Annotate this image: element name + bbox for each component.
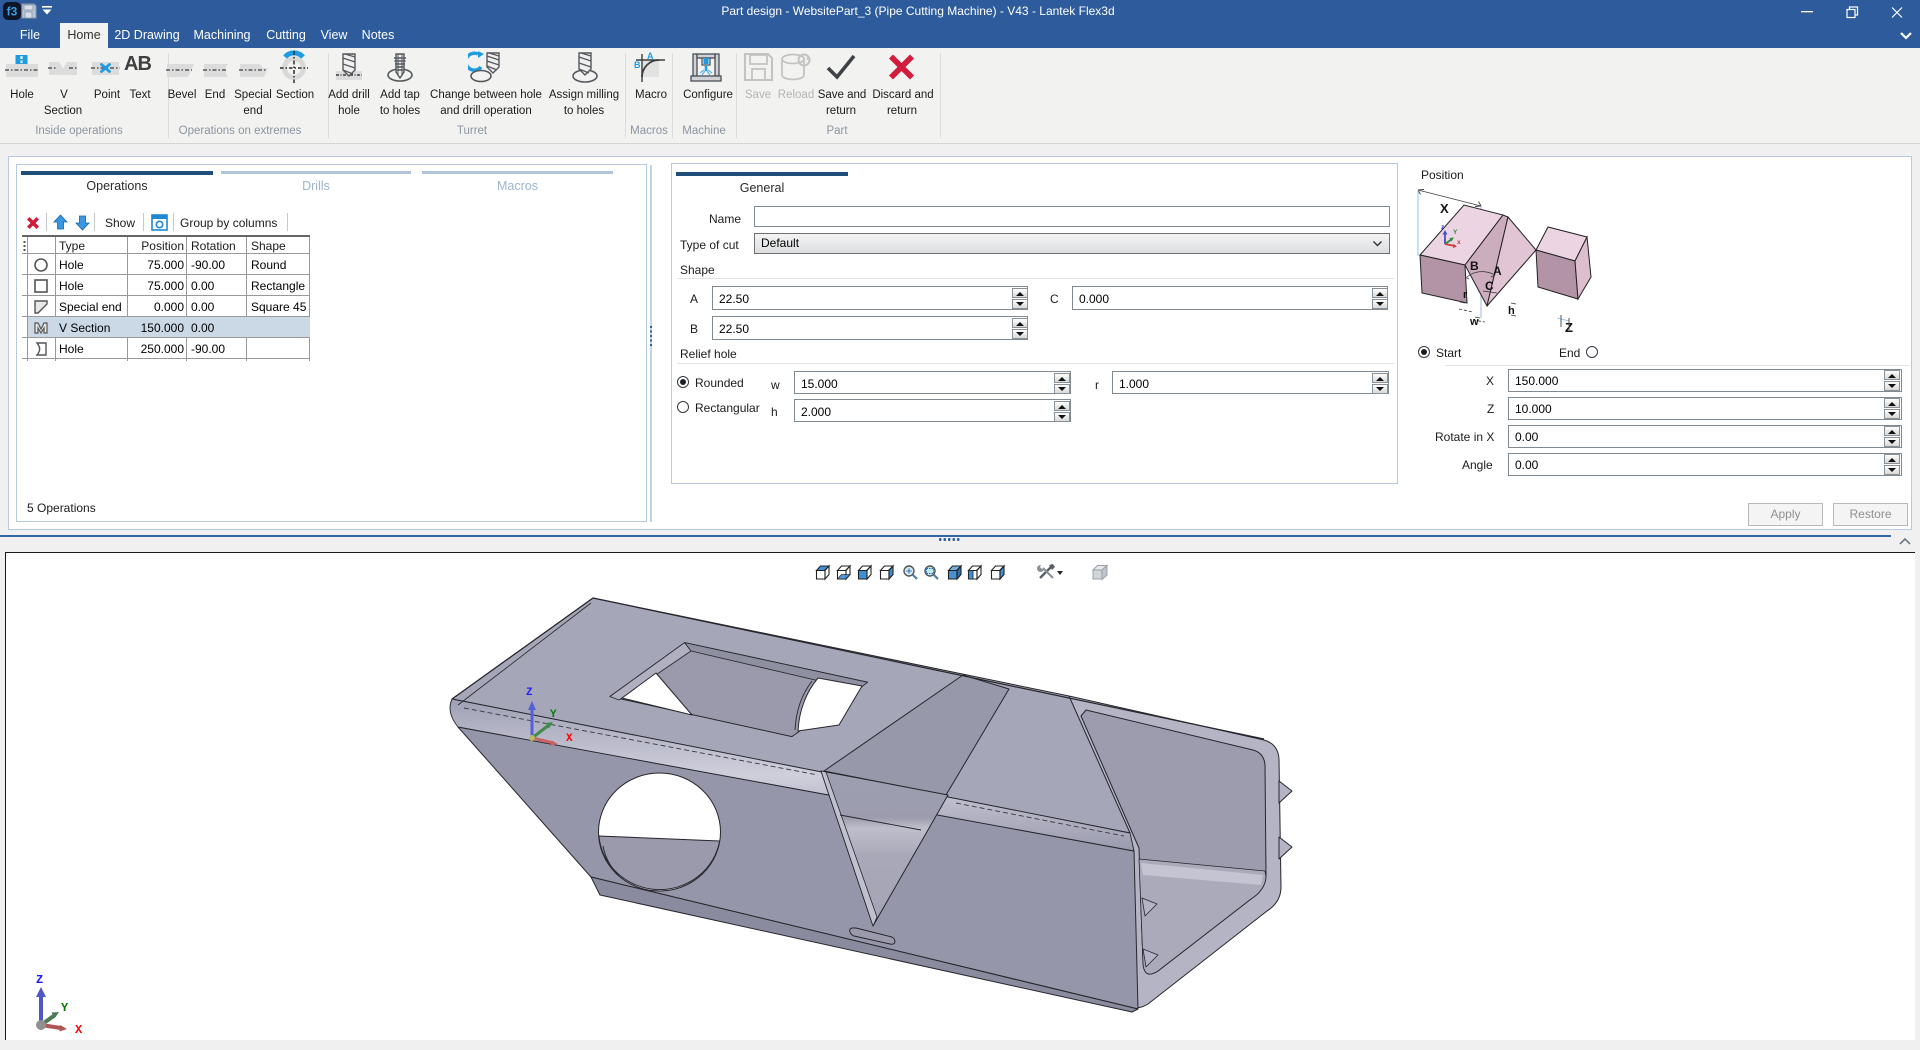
svg-text:Y: Y xyxy=(61,1001,69,1015)
svg-text:Z: Z xyxy=(526,687,533,699)
svg-text:r: r xyxy=(1463,289,1468,301)
svg-text:B: B xyxy=(634,60,641,70)
svg-text:A: A xyxy=(647,52,654,61)
svg-text:B: B xyxy=(1470,259,1479,273)
svg-text:A: A xyxy=(1493,264,1502,278)
svg-text:Z: Z xyxy=(36,973,43,987)
svg-text:x: x xyxy=(1457,239,1461,246)
svg-text:X: X xyxy=(1440,201,1449,216)
svg-text:Y: Y xyxy=(550,709,557,721)
svg-text:C: C xyxy=(1485,279,1494,293)
svg-text:X: X xyxy=(75,1023,83,1035)
svg-text:Y: Y xyxy=(1453,229,1458,236)
svg-text:X: X xyxy=(566,733,573,745)
